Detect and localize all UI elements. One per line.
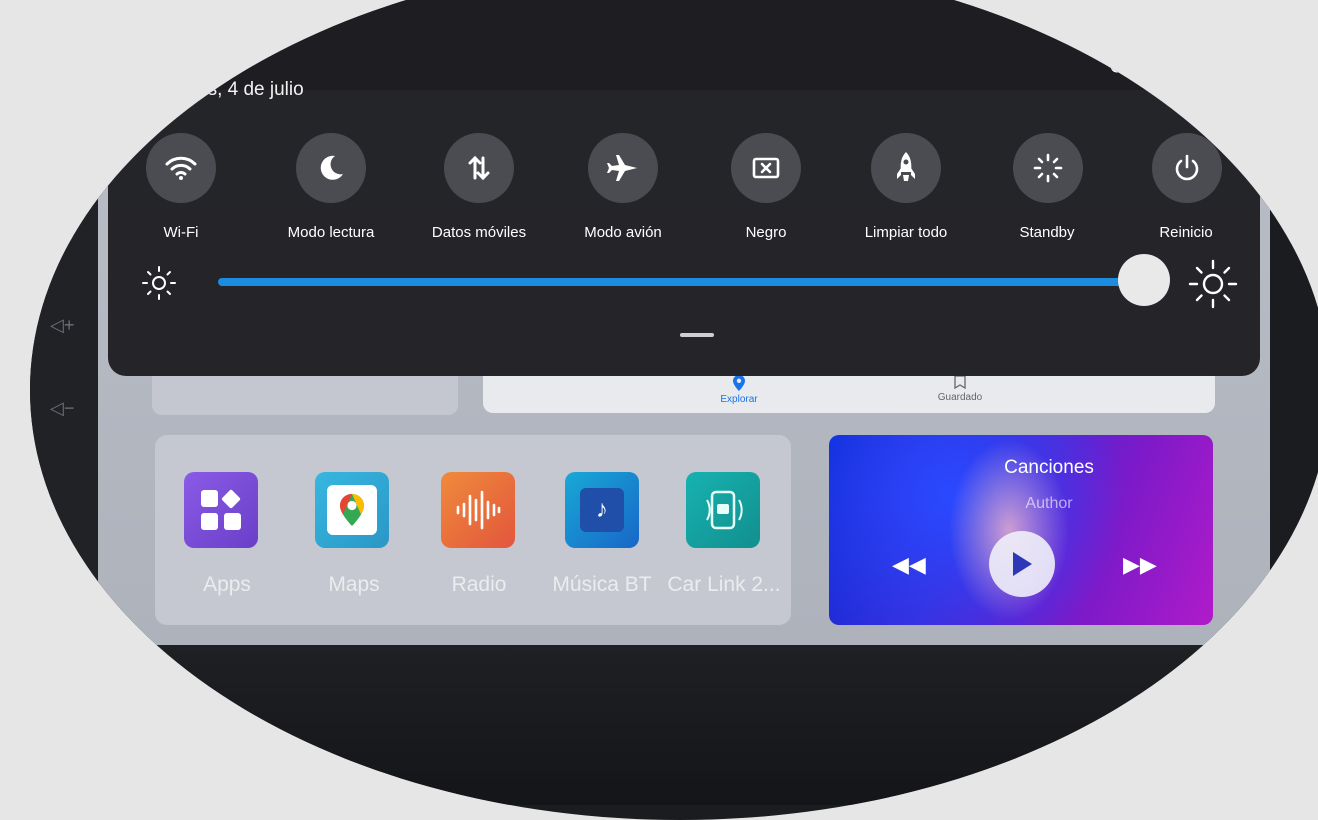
photo-frame: ⮌ ◁+ ◁− Explorar Guardado Apps Maps Radi… xyxy=(30,0,1318,820)
shade-drag-handle[interactable] xyxy=(680,333,714,337)
tab-explorar[interactable]: Explorar xyxy=(699,375,779,405)
app-label-musica-bt: Música BT xyxy=(552,573,652,596)
tab-guardado[interactable]: Guardado xyxy=(920,375,1000,403)
song-title: Canciones xyxy=(1004,457,1094,478)
mobile-data-label: Datos móviles xyxy=(431,224,527,241)
previous-icon[interactable]: ◀◀ xyxy=(892,552,926,578)
brightness-low-icon xyxy=(140,264,178,307)
grid-icon xyxy=(201,489,241,530)
black-screen-toggle[interactable] xyxy=(731,133,801,203)
phone-car-icon xyxy=(706,490,743,530)
bookmark-icon xyxy=(954,375,966,390)
status-date: Viernes, 4 de julio xyxy=(153,79,304,100)
device-bottom-bezel xyxy=(30,645,1318,805)
clear-all-label: Limpiar todo xyxy=(864,224,948,241)
apps-app-icon[interactable] xyxy=(184,472,258,548)
brightness-slider-track[interactable] xyxy=(218,278,1148,286)
wifi-label: Wi-Fi xyxy=(163,224,199,241)
bt-music-app-icon[interactable]: ♪ xyxy=(565,472,639,548)
brightness-high-icon xyxy=(1188,259,1238,314)
mobile-data-toggle[interactable] xyxy=(444,133,514,203)
widget-card[interactable] xyxy=(152,375,458,415)
data-arrows-icon xyxy=(468,155,490,181)
airplane-mode-toggle[interactable] xyxy=(588,133,658,203)
app-label-apps: Apps xyxy=(203,573,251,596)
standby-button[interactable] xyxy=(1013,133,1083,203)
airplane-icon xyxy=(607,155,637,181)
reading-mode-toggle[interactable] xyxy=(296,133,366,203)
black-screen-label: Negro xyxy=(745,224,787,241)
brightness-slider-thumb[interactable] xyxy=(1118,254,1170,306)
maps-app-icon[interactable] xyxy=(315,472,389,548)
maps-tile xyxy=(327,485,377,535)
map-pin-icon xyxy=(340,494,364,526)
next-icon[interactable]: ▶▶ xyxy=(1123,552,1157,578)
back-hardware-icon[interactable]: ⮌ xyxy=(50,232,64,262)
volume-down-icon[interactable]: ◁− xyxy=(50,398,74,419)
rocket-icon xyxy=(897,152,915,181)
play-button[interactable] xyxy=(989,531,1055,597)
music-widget[interactable]: Canciones Author ◀◀ ▶▶ xyxy=(829,435,1213,625)
app-label-maps: Maps xyxy=(328,573,380,596)
play-icon xyxy=(1013,552,1032,576)
song-author: Author xyxy=(1025,495,1073,512)
status-clock: 0:31 xyxy=(150,24,223,65)
wifi-toggle[interactable] xyxy=(146,133,216,203)
standby-label: Standby xyxy=(1019,224,1075,241)
carlink-app-icon[interactable] xyxy=(686,472,760,548)
screen-off-icon xyxy=(752,157,780,179)
reading-mode-label: Modo lectura xyxy=(287,224,375,241)
moon-icon xyxy=(320,155,343,180)
restart-button[interactable] xyxy=(1152,133,1222,203)
gear-icon[interactable] xyxy=(1184,40,1220,76)
tab-explorar-label: Explorar xyxy=(720,394,758,405)
map-tab-bar: Explorar Guardado xyxy=(483,375,1215,413)
location-pin-icon xyxy=(733,375,745,391)
clear-all-button[interactable] xyxy=(871,133,941,203)
airplane-mode-label: Modo avión xyxy=(584,224,662,241)
scissors-icon[interactable] xyxy=(1108,40,1144,76)
bluetooth-note-icon: ♪ xyxy=(580,488,624,532)
wifi-icon xyxy=(165,156,197,180)
restart-label: Reinicio xyxy=(1159,224,1213,241)
sound-wave-icon xyxy=(456,490,501,530)
standby-icon xyxy=(1033,153,1063,183)
radio-app-icon[interactable] xyxy=(441,472,515,548)
app-label-car-link: Car Link 2... xyxy=(667,573,781,596)
quick-settings-panel xyxy=(108,0,1260,376)
volume-up-icon[interactable]: ◁+ xyxy=(50,315,74,336)
app-label-radio: Radio xyxy=(451,573,507,596)
power-icon xyxy=(1175,154,1199,181)
tab-guardado-label: Guardado xyxy=(937,392,983,403)
